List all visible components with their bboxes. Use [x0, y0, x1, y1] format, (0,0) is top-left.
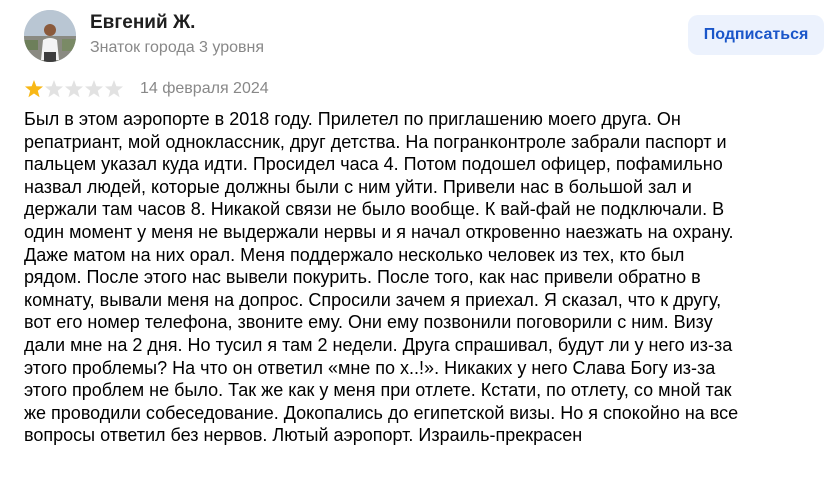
star-empty-icon: [64, 80, 84, 98]
review-line: комнату, вывали меня на допрос. Спросили…: [24, 289, 722, 310]
review-text: Был в этом аэропорте в 2018 году. Прилет…: [24, 108, 836, 447]
review-line: Даже матом на них орал. Меня поддержало …: [24, 244, 685, 265]
author-avatar[interactable]: [24, 10, 76, 62]
star-rating: [24, 79, 124, 99]
avatar-photo: [24, 10, 76, 62]
review-line: Был в этом аэропорте в 2018 году. Прилет…: [24, 109, 681, 129]
review-line: держали там часов 8. Никакой связи не бы…: [24, 199, 725, 220]
review-line: этого проблемы? На что он ответил «мне п…: [24, 357, 716, 378]
review-line: дали мне на 2 дня. Но тусил я там 2 неде…: [24, 334, 733, 355]
review-card: Евгений Ж. Знаток города 3 уровня Подпис…: [0, 0, 839, 477]
star-empty-icon: [104, 80, 124, 98]
review-line: пальцем указал куда идти. Просидел часа …: [24, 154, 723, 175]
review-line: репатриант, мой одноклассник, друг детст…: [24, 131, 727, 152]
star-empty-icon: [44, 80, 64, 98]
subscribe-button[interactable]: Подписаться: [688, 15, 824, 55]
star-empty-icon: [84, 80, 104, 98]
review-date: 14 февраля 2024: [140, 80, 269, 97]
review-line: рядом. После этого нас вывели покурить. …: [24, 267, 701, 288]
review-line: вопросы ответил без нервов. Лютый аэропо…: [24, 425, 583, 446]
review-line: же проводили собеседование. Докопались д…: [24, 402, 739, 423]
author-name[interactable]: Евгений Ж.: [90, 12, 195, 34]
star-filled-icon: [24, 80, 44, 98]
review-line: назвал людей, которые должны были с ним …: [24, 176, 692, 197]
review-line: один момент у меня не выдержали нервы и …: [24, 221, 734, 242]
rating-row: 14 февраля 2024: [24, 78, 269, 100]
author-level: Знаток города 3 уровня: [90, 39, 265, 56]
review-line: этого проблем не было. Так же как у меня…: [24, 380, 732, 401]
review-line: вот его номер телефона, звоните ему. Они…: [24, 312, 713, 333]
